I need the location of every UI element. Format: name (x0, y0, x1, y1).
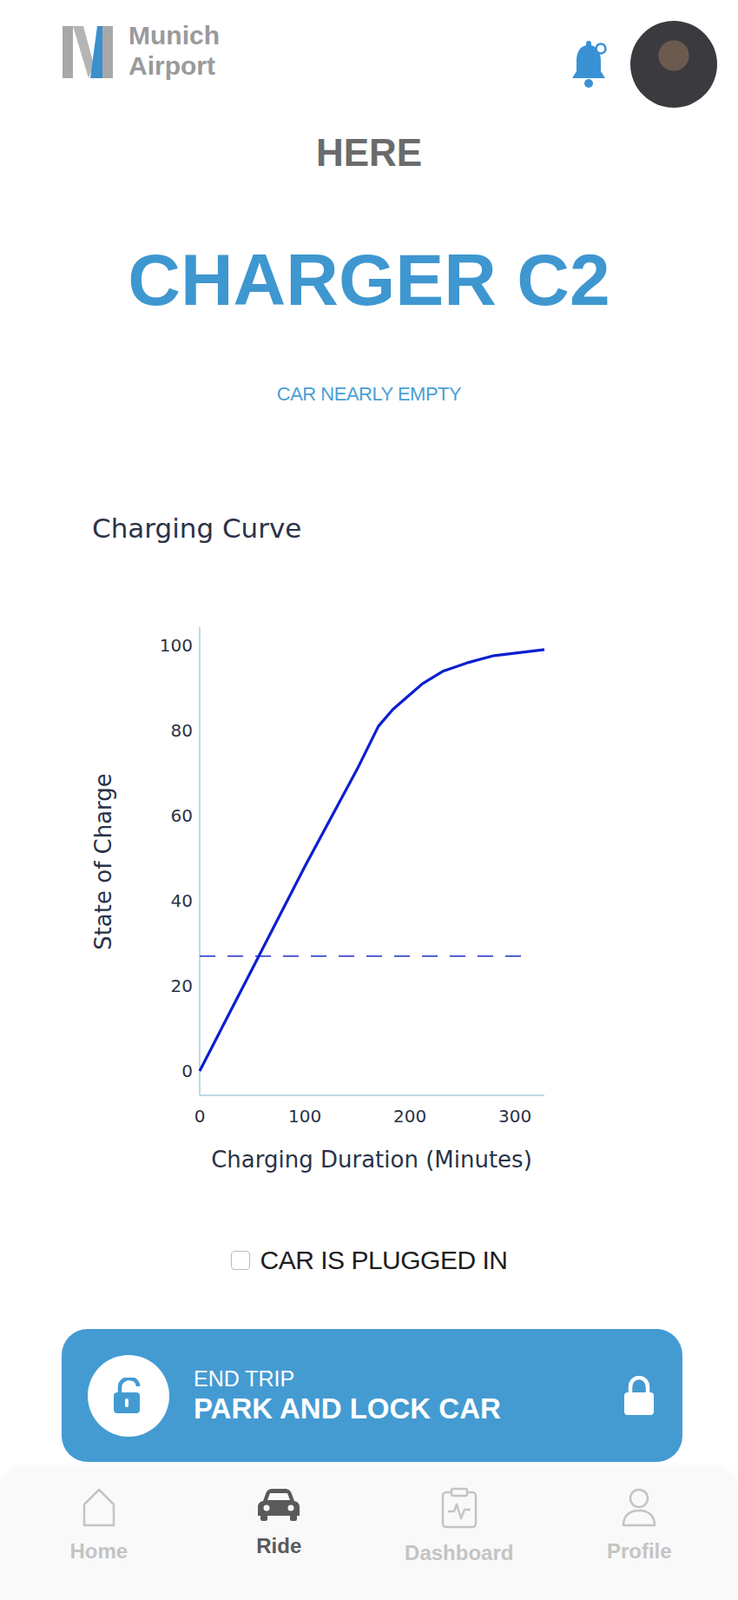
x-axis-label: Charging Duration (Minutes) (210, 1146, 533, 1173)
car-status: CAR NEARLY EMPTY (0, 382, 738, 406)
lock-icon (621, 1375, 657, 1416)
location-label: HERE (0, 130, 738, 177)
dashboard-icon (440, 1486, 479, 1529)
nav-label: Home (69, 1535, 128, 1567)
profile-icon (619, 1486, 659, 1527)
app-header: Munich Airport (0, 0, 738, 118)
x-axis-line (199, 1093, 545, 1096)
avatar-image[interactable] (630, 20, 718, 108)
brand-line: Airport (128, 51, 220, 82)
threshold-line (199, 955, 529, 957)
notifications-button[interactable] (567, 39, 613, 89)
y-axis-line (198, 626, 201, 1095)
y-tick-label: 100 (159, 634, 193, 656)
end-trip-caption: END TRIP (193, 1364, 598, 1391)
unlock-icon (111, 1377, 146, 1414)
y-tick-label: 60 (171, 804, 193, 826)
charging-chart: 0 20 40 60 80 100 0 100 200 300 Charging Duration … (0, 590, 738, 1181)
nav-item[interactable]: Dashboard (369, 1486, 550, 1591)
brand-line: Munich (128, 20, 220, 52)
x-tick-label: 300 (498, 1105, 532, 1127)
home-icon (79, 1486, 119, 1527)
y-tick-label: 80 (171, 719, 193, 741)
plugged-in-checkbox[interactable] (230, 1250, 251, 1270)
car-icon (256, 1486, 301, 1522)
y-tick-label: 0 (181, 1060, 193, 1081)
nav-item[interactable]: Profile (549, 1486, 731, 1591)
chart-title: Charging Curve (0, 510, 738, 546)
nav-label: Profile (606, 1535, 673, 1567)
nav-item[interactable]: Home (8, 1486, 190, 1591)
park-lock-label: PARK AND LOCK CAR (193, 1390, 598, 1426)
y-axis-label: State of Charge (90, 772, 117, 950)
airport-logo-icon (62, 22, 115, 80)
nav-label: Ride (256, 1529, 302, 1562)
plugged-in-checkbox-row[interactable]: CAR IS PLUGGED IN (0, 1239, 738, 1279)
y-tick-label: 40 (171, 889, 193, 911)
nav-label: Dashboard (404, 1536, 514, 1569)
x-tick-label: 100 (288, 1105, 322, 1127)
charging-curve-line (199, 649, 545, 1071)
y-tick-label: 20 (171, 975, 193, 996)
charger-name: CHARGER C2 (0, 239, 738, 320)
slider-knob[interactable] (87, 1354, 170, 1437)
nav-item[interactable]: Ride (189, 1486, 370, 1591)
x-tick-label: 200 (393, 1105, 427, 1127)
x-tick-label: 0 (194, 1105, 206, 1127)
plugged-in-label: CAR IS PLUGGED IN (260, 1239, 508, 1279)
end-trip-slider[interactable]: END TRIP PARK AND LOCK CAR (61, 1328, 683, 1462)
airport-logo[interactable]: Munich Airport (62, 20, 220, 81)
unread-dot-icon (593, 41, 608, 56)
bottom-nav: Home Ride Dashboard Profile (0, 1467, 738, 1600)
